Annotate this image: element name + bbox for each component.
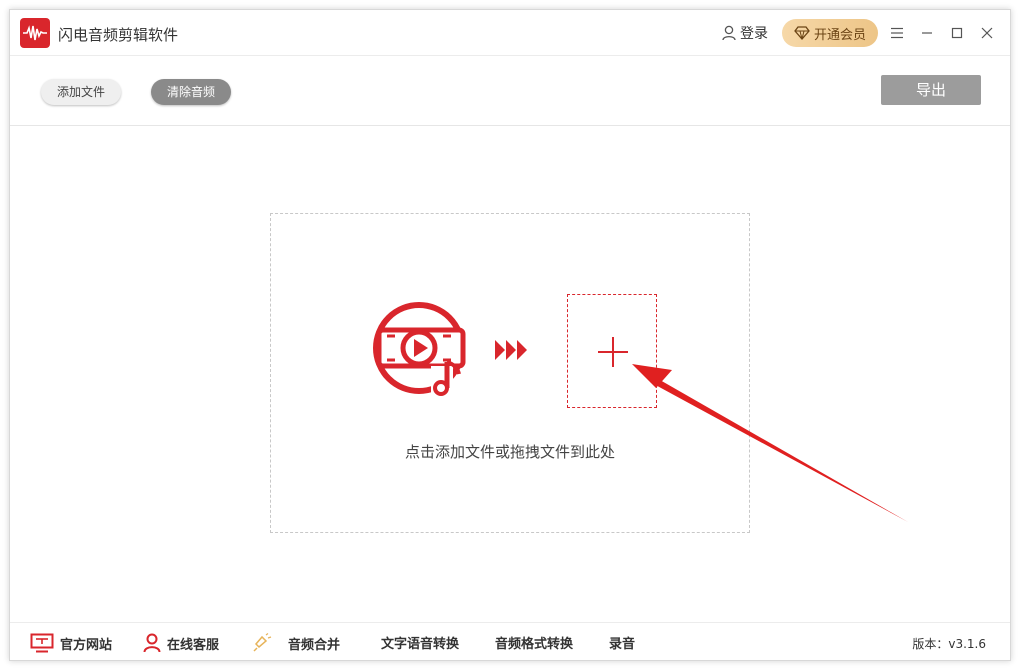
minimize-icon [922, 32, 932, 34]
export-button[interactable]: 导出 [881, 75, 981, 105]
record-label: 录音 [609, 637, 636, 652]
vip-button[interactable]: 开通会员 [782, 19, 878, 47]
drop-hint-text: 点击添加文件或拖拽文件到此处 [404, 443, 615, 461]
forward-arrows-icon [495, 340, 527, 360]
text-to-speech-link[interactable]: 文字语音转换 [381, 633, 459, 652]
menu-icon [891, 27, 903, 39]
title-bar: 闪电音频剪辑软件 登录 开通会员 [10, 10, 1010, 56]
audio-merge-link[interactable]: 音频合并 [252, 633, 340, 653]
user-icon [143, 633, 161, 653]
add-file-target[interactable] [567, 294, 657, 408]
official-site-link[interactable]: 官方网站 [30, 633, 112, 653]
audio-format-convert-label: 音频格式转换 [495, 637, 574, 652]
diamond-icon [794, 26, 810, 40]
minimize-button[interactable] [916, 22, 938, 44]
footer-bar: 官方网站 在线客服 音频合并 文字语音转换 音频格式转换 录音 版本：v3.1.… [10, 622, 1010, 662]
audio-format-convert-link[interactable]: 音频格式转换 [495, 633, 573, 652]
login-button[interactable]: 登录 [722, 23, 768, 43]
maximize-button[interactable] [946, 22, 968, 44]
user-icon [722, 25, 736, 41]
bulb-icon [253, 633, 272, 652]
audio-merge-label: 音频合并 [288, 637, 341, 653]
clear-audio-button[interactable]: 清除音频 [151, 79, 231, 105]
app-window: 闪电音频剪辑软件 登录 开通会员 添加文件 清除音频 导出 点击添加文件或拖拽文… [9, 9, 1011, 661]
vip-label: 开通会员 [813, 27, 866, 43]
online-support-label: 在线客服 [167, 637, 220, 653]
app-logo-icon [20, 18, 50, 48]
app-title: 闪电音频剪辑软件 [58, 26, 179, 44]
official-site-label: 官方网站 [60, 637, 113, 653]
online-support-link[interactable]: 在线客服 [143, 633, 219, 653]
file-drop-zone[interactable]: 点击添加文件或拖拽文件到此处 [270, 213, 750, 533]
maximize-icon [951, 27, 963, 39]
menu-button[interactable] [886, 22, 908, 44]
plus-icon [598, 337, 628, 367]
add-file-button[interactable]: 添加文件 [41, 79, 121, 105]
monitor-icon [30, 633, 54, 653]
record-link[interactable]: 录音 [609, 633, 635, 652]
close-icon [981, 27, 993, 39]
audio-video-icon [373, 302, 466, 396]
close-button[interactable] [976, 22, 998, 44]
toolbar: 添加文件 清除音频 导出 [10, 57, 1010, 126]
text-to-speech-label: 文字语音转换 [381, 637, 460, 652]
login-label: 登录 [740, 26, 768, 42]
version-text: 版本：v3.1.6 [912, 637, 986, 651]
